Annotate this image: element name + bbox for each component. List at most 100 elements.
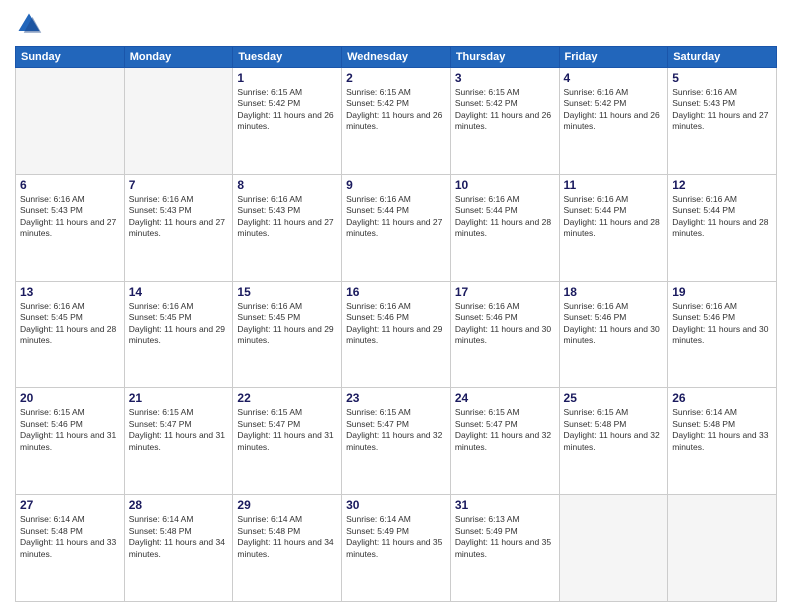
calendar-cell: 21 Sunrise: 6:15 AM Sunset: 5:47 PM Dayli…	[124, 388, 233, 495]
calendar-cell: 26 Sunrise: 6:14 AM Sunset: 5:48 PM Dayli…	[668, 388, 777, 495]
day-number: 4	[564, 71, 664, 85]
calendar-cell: 11 Sunrise: 6:16 AM Sunset: 5:44 PM Dayli…	[559, 174, 668, 281]
day-number: 25	[564, 391, 664, 405]
calendar-cell: 27 Sunrise: 6:14 AM Sunset: 5:48 PM Dayli…	[16, 495, 125, 602]
day-number: 15	[237, 285, 337, 299]
weekday-saturday: Saturday	[668, 47, 777, 68]
day-number: 30	[346, 498, 446, 512]
cell-text: Sunrise: 6:14 AM Sunset: 5:48 PM Dayligh…	[237, 514, 337, 560]
calendar-cell: 19 Sunrise: 6:16 AM Sunset: 5:46 PM Dayli…	[668, 281, 777, 388]
calendar-cell: 22 Sunrise: 6:15 AM Sunset: 5:47 PM Dayli…	[233, 388, 342, 495]
day-number: 9	[346, 178, 446, 192]
cell-text: Sunrise: 6:15 AM Sunset: 5:47 PM Dayligh…	[346, 407, 446, 453]
weekday-wednesday: Wednesday	[342, 47, 451, 68]
page: SundayMondayTuesdayWednesdayThursdayFrid…	[0, 0, 792, 612]
cell-text: Sunrise: 6:16 AM Sunset: 5:42 PM Dayligh…	[564, 87, 664, 133]
cell-text: Sunrise: 6:16 AM Sunset: 5:43 PM Dayligh…	[20, 194, 120, 240]
logo	[15, 10, 47, 38]
day-number: 24	[455, 391, 555, 405]
day-number: 5	[672, 71, 772, 85]
cell-text: Sunrise: 6:16 AM Sunset: 5:44 PM Dayligh…	[564, 194, 664, 240]
cell-text: Sunrise: 6:15 AM Sunset: 5:42 PM Dayligh…	[346, 87, 446, 133]
weekday-thursday: Thursday	[450, 47, 559, 68]
calendar-cell: 2 Sunrise: 6:15 AM Sunset: 5:42 PM Daylig…	[342, 68, 451, 175]
calendar-cell: 30 Sunrise: 6:14 AM Sunset: 5:49 PM Dayli…	[342, 495, 451, 602]
calendar-cell: 17Sunrise: 6:16 AM Sunset: 5:46 PM Dayli…	[450, 281, 559, 388]
cell-text: Sunrise: 6:16 AM Sunset: 5:46 PM Dayligh…	[564, 301, 664, 347]
day-number: 26	[672, 391, 772, 405]
calendar-table: SundayMondayTuesdayWednesdayThursdayFrid…	[15, 46, 777, 602]
calendar-cell: 16 Sunrise: 6:16 AM Sunset: 5:46 PM Dayli…	[342, 281, 451, 388]
day-number: 11	[564, 178, 664, 192]
cell-text: Sunrise: 6:16 AM Sunset: 5:43 PM Dayligh…	[129, 194, 229, 240]
calendar-cell: 23 Sunrise: 6:15 AM Sunset: 5:47 PM Dayli…	[342, 388, 451, 495]
calendar-cell: 18 Sunrise: 6:16 AM Sunset: 5:46 PM Dayli…	[559, 281, 668, 388]
cell-text: Sunrise: 6:15 AM Sunset: 5:47 PM Dayligh…	[129, 407, 229, 453]
weekday-row: SundayMondayTuesdayWednesdayThursdayFrid…	[16, 47, 777, 68]
day-number: 16	[346, 285, 446, 299]
day-number: 23	[346, 391, 446, 405]
calendar-body: 1 Sunrise: 6:15 AM Sunset: 5:42 PM Daylig…	[16, 68, 777, 602]
calendar-cell: 31 Sunrise: 6:13 AM Sunset: 5:49 PM Dayli…	[450, 495, 559, 602]
cell-text: Sunrise: 6:14 AM Sunset: 5:48 PM Dayligh…	[20, 514, 120, 560]
cell-text: Sunrise: 6:16 AM Sunset: 5:45 PM Dayligh…	[237, 301, 337, 347]
day-number: 29	[237, 498, 337, 512]
weekday-monday: Monday	[124, 47, 233, 68]
calendar-cell: 14 Sunrise: 6:16 AM Sunset: 5:45 PM Dayli…	[124, 281, 233, 388]
day-number: 31	[455, 498, 555, 512]
cell-text: Sunrise: 6:16 AM Sunset: 5:43 PM Dayligh…	[237, 194, 337, 240]
cell-text: Sunrise: 6:16 AM Sunset: 5:46 PM Dayligh…	[672, 301, 772, 347]
cell-text: Sunrise: 6:15 AM Sunset: 5:47 PM Dayligh…	[237, 407, 337, 453]
cell-text: Sunrise: 6:16 AM Sunset: 5:43 PM Dayligh…	[672, 87, 772, 133]
day-number: 1	[237, 71, 337, 85]
weekday-sunday: Sunday	[16, 47, 125, 68]
week-row-1: 1 Sunrise: 6:15 AM Sunset: 5:42 PM Daylig…	[16, 68, 777, 175]
cell-text: Sunrise: 6:13 AM Sunset: 5:49 PM Dayligh…	[455, 514, 555, 560]
calendar-cell: 9 Sunrise: 6:16 AM Sunset: 5:44 PM Daylig…	[342, 174, 451, 281]
cell-text: Sunrise: 6:15 AM Sunset: 5:47 PM Dayligh…	[455, 407, 555, 453]
day-number: 2	[346, 71, 446, 85]
day-number: 13	[20, 285, 120, 299]
day-number: 18	[564, 285, 664, 299]
week-row-3: 13 Sunrise: 6:16 AM Sunset: 5:45 PM Dayli…	[16, 281, 777, 388]
logo-icon	[15, 10, 43, 38]
day-number: 14	[129, 285, 229, 299]
calendar-cell: 28Sunrise: 6:14 AM Sunset: 5:48 PM Dayli…	[124, 495, 233, 602]
cell-text: Sunrise: 6:16 AM Sunset: 5:45 PM Dayligh…	[129, 301, 229, 347]
calendar-cell: 25 Sunrise: 6:15 AM Sunset: 5:48 PM Dayli…	[559, 388, 668, 495]
header	[15, 10, 777, 38]
week-row-4: 20 Sunrise: 6:15 AM Sunset: 5:46 PM Dayli…	[16, 388, 777, 495]
day-number: 10	[455, 178, 555, 192]
cell-text: Sunrise: 6:16 AM Sunset: 5:45 PM Dayligh…	[20, 301, 120, 347]
cell-text: Sunrise: 6:15 AM Sunset: 5:46 PM Dayligh…	[20, 407, 120, 453]
day-number: 19	[672, 285, 772, 299]
calendar-cell: 1Sunrise: 6:15 AM Sunset: 5:42 PM Daylig…	[233, 68, 342, 175]
calendar-cell	[668, 495, 777, 602]
week-row-5: 27 Sunrise: 6:14 AM Sunset: 5:48 PM Dayli…	[16, 495, 777, 602]
day-number: 20	[20, 391, 120, 405]
calendar-cell: 12Sunrise: 6:16 AM Sunset: 5:44 PM Dayli…	[668, 174, 777, 281]
day-number: 21	[129, 391, 229, 405]
day-number: 22	[237, 391, 337, 405]
calendar-cell: 4 Sunrise: 6:16 AM Sunset: 5:42 PM Daylig…	[559, 68, 668, 175]
cell-text: Sunrise: 6:16 AM Sunset: 5:44 PM Dayligh…	[346, 194, 446, 240]
cell-text: Sunrise: 6:16 AM Sunset: 5:46 PM Dayligh…	[455, 301, 555, 347]
weekday-friday: Friday	[559, 47, 668, 68]
cell-text: Sunrise: 6:15 AM Sunset: 5:48 PM Dayligh…	[564, 407, 664, 453]
calendar-cell: 10 Sunrise: 6:16 AM Sunset: 5:44 PM Dayli…	[450, 174, 559, 281]
calendar-cell: 3Sunrise: 6:15 AM Sunset: 5:42 PM Daylig…	[450, 68, 559, 175]
day-number: 27	[20, 498, 120, 512]
cell-text: Sunrise: 6:16 AM Sunset: 5:46 PM Dayligh…	[346, 301, 446, 347]
cell-text: Sunrise: 6:14 AM Sunset: 5:48 PM Dayligh…	[129, 514, 229, 560]
calendar-cell: 6Sunrise: 6:16 AM Sunset: 5:43 PM Daylig…	[16, 174, 125, 281]
calendar-cell: 7Sunrise: 6:16 AM Sunset: 5:43 PM Daylig…	[124, 174, 233, 281]
cell-text: Sunrise: 6:15 AM Sunset: 5:42 PM Dayligh…	[455, 87, 555, 133]
weekday-tuesday: Tuesday	[233, 47, 342, 68]
calendar-cell	[16, 68, 125, 175]
cell-text: Sunrise: 6:14 AM Sunset: 5:48 PM Dayligh…	[672, 407, 772, 453]
day-number: 8	[237, 178, 337, 192]
calendar-cell: 15 Sunrise: 6:16 AM Sunset: 5:45 PM Dayli…	[233, 281, 342, 388]
cell-text: Sunrise: 6:16 AM Sunset: 5:44 PM Dayligh…	[455, 194, 555, 240]
cell-text: Sunrise: 6:14 AM Sunset: 5:49 PM Dayligh…	[346, 514, 446, 560]
calendar-cell: 29 Sunrise: 6:14 AM Sunset: 5:48 PM Dayli…	[233, 495, 342, 602]
